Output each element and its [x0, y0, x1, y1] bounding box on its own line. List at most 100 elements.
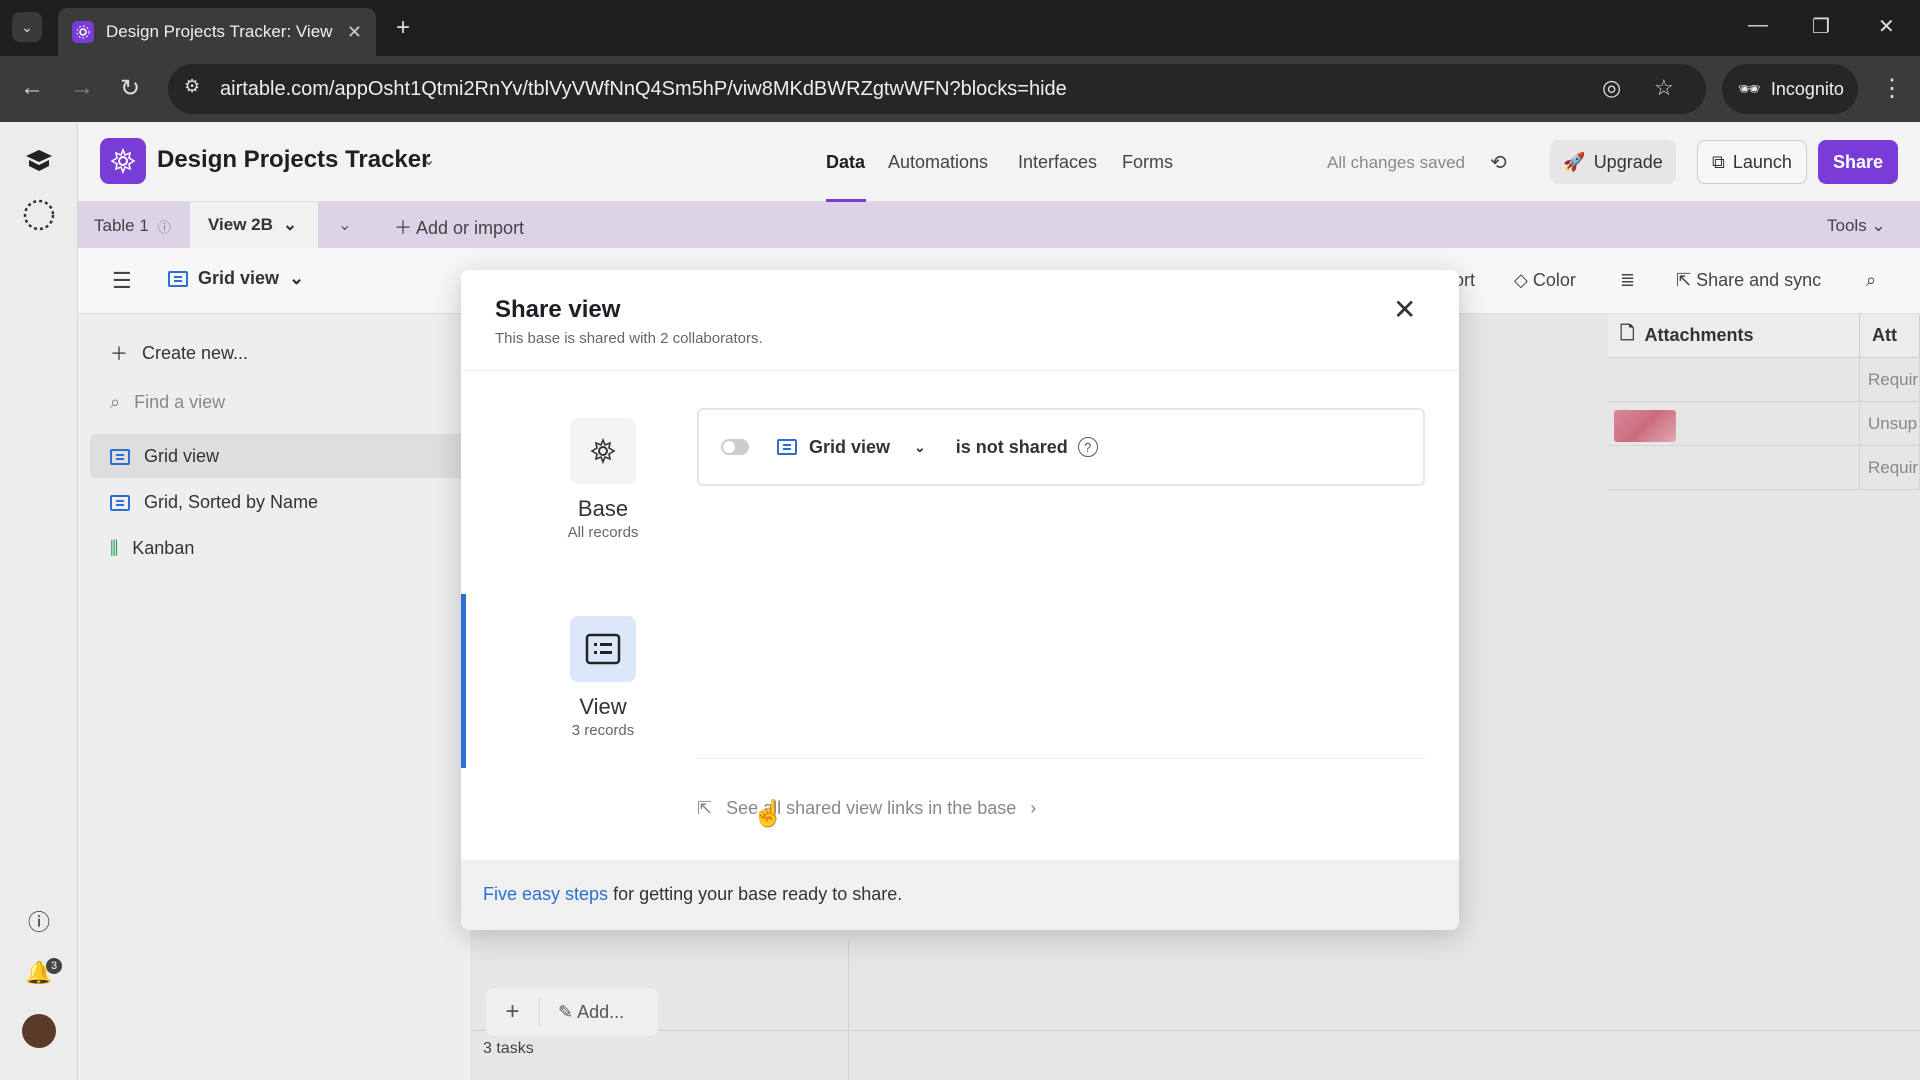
search-icon: ⌕ [110, 392, 121, 412]
tools-menu[interactable]: Tools ⌄ [1827, 216, 1886, 236]
attachment-thumbnail[interactable] [1614, 410, 1676, 442]
base-icon[interactable] [100, 138, 146, 184]
bookmark-star-icon[interactable]: ☆ [1654, 75, 1674, 101]
table-cell[interactable]: Requir [1860, 446, 1920, 490]
table-cell[interactable] [1608, 446, 1860, 490]
rocket-icon: 🚀 [1563, 151, 1586, 172]
add-or-import-button[interactable]: ＋ Add or import [394, 214, 524, 240]
workspace-icon[interactable] [22, 198, 56, 232]
share-settings-panel: Grid view ⌄ is not shared ? [697, 408, 1425, 486]
restore-icon[interactable]: ❐ [1812, 14, 1830, 39]
column-header-partial[interactable]: Att [1860, 314, 1920, 358]
airtable-favicon-icon [72, 21, 94, 43]
active-option-indicator [461, 594, 466, 768]
more-tables-chevron-icon[interactable]: ⌄ [338, 215, 351, 235]
info-icon[interactable]: ⓘ [158, 217, 171, 236]
chevron-down-icon: ⌄ [289, 268, 305, 288]
table-cell[interactable]: Unsup [1860, 402, 1920, 446]
add-import-label: Add or import [416, 218, 525, 238]
share-option-base[interactable]: Base All records [513, 418, 693, 541]
back-icon[interactable]: ← [20, 74, 44, 102]
find-view-input[interactable]: ⌕ Find a view [110, 392, 225, 413]
search-icon[interactable]: ⌕ [1866, 270, 1876, 291]
sidebar-item-label: Kanban [132, 538, 195, 558]
share-and-sync-button[interactable]: ⇱ Share and sync [1676, 270, 1821, 291]
tab-interfaces[interactable]: Interfaces [1018, 152, 1097, 173]
tab-forms[interactable]: Forms [1122, 152, 1173, 173]
address-bar[interactable]: ⚙ airtable.com/appOsht1Qtmi2RnYv/tblVyVW… [168, 64, 1706, 114]
chevron-down-icon: ⌄ [914, 438, 926, 455]
magic-wand-icon: ✎ [558, 1001, 578, 1022]
views-sidebar [78, 314, 472, 1080]
color-button[interactable]: ◇ Color [1514, 270, 1576, 291]
new-tab-icon[interactable]: + [396, 14, 410, 42]
view-tab-label: View 2B [208, 215, 273, 234]
list-view-icon [570, 616, 636, 682]
row-height-icon[interactable]: ≣ [1620, 270, 1635, 291]
view-select[interactable]: Grid view ⌄ [777, 437, 926, 458]
close-window-icon[interactable]: ✕ [1878, 14, 1895, 39]
shared-links-link[interactable]: ⇱ See all shared view links in the base … [697, 798, 1036, 819]
add-button[interactable]: ✎ Add... [540, 1002, 624, 1023]
base-option-icon [570, 418, 636, 484]
history-icon[interactable]: ⟲ [1490, 150, 1507, 175]
view-select-label: Grid view [809, 436, 891, 457]
tab-view-2b[interactable]: View 2B ⌄ [190, 202, 318, 248]
add-record-bar[interactable]: + ✎ Add... [486, 988, 658, 1036]
table-cell[interactable]: Requir [1860, 358, 1920, 402]
reload-icon[interactable]: ↻ [120, 74, 140, 103]
grid-divider [472, 1030, 1920, 1031]
share-button[interactable]: Share [1818, 140, 1898, 184]
chevron-down-icon[interactable]: ⌄ [422, 150, 435, 170]
table-cell[interactable] [1608, 358, 1860, 402]
browser-tab-title: Design Projects Tracker: View 2B [106, 22, 337, 41]
tab-search-icon[interactable]: ⌄ [12, 12, 42, 42]
dialog-title: Share view [495, 296, 621, 323]
plus-icon[interactable]: + [486, 998, 540, 1026]
share-option-view[interactable]: View 3 records [513, 616, 693, 739]
browser-tabstrip: ⌄ Design Projects Tracker: View 2B ✕ + —… [0, 0, 1920, 56]
close-tab-icon[interactable]: ✕ [347, 22, 362, 43]
five-easy-steps-link[interactable]: Five easy steps [483, 884, 608, 904]
base-name[interactable]: Design Projects Tracker [157, 146, 430, 174]
hand-cursor-icon: ☝ [752, 798, 785, 828]
incognito-badge[interactable]: 🕶 Incognito [1722, 64, 1858, 114]
sidebar-item-grid-view[interactable]: Grid view [110, 446, 219, 467]
grid-divider [848, 940, 849, 1080]
find-view-placeholder: Find a view [134, 392, 226, 412]
share-view-dialog: Share view This base is shared with 2 co… [461, 270, 1459, 930]
help-icon[interactable]: ⓘ [22, 904, 56, 938]
eye-off-icon[interactable]: ◎ [1602, 75, 1621, 101]
browser-tab[interactable]: Design Projects Tracker: View 2B ✕ [58, 8, 376, 56]
view-switcher[interactable]: Grid view ⌄ [168, 268, 304, 289]
site-info-icon[interactable]: ⚙ [184, 76, 200, 97]
hamburger-menu-icon[interactable]: ☰ [112, 268, 132, 294]
column-header-attachments[interactable]: 🗋 Attachments [1608, 314, 1860, 358]
plus-icon: ＋ [394, 218, 417, 238]
create-new-button[interactable]: ＋ Create new... [110, 340, 248, 366]
dialog-footer: Five easy steps for getting your base re… [461, 860, 1459, 930]
browser-menu-icon[interactable]: ⋮ [1880, 74, 1904, 103]
tab-table-1[interactable]: Table 1 [94, 216, 149, 236]
launch-button[interactable]: ⧉ Launch [1697, 140, 1807, 184]
close-icon[interactable]: ✕ [1393, 296, 1416, 324]
sidebar-item-label: Grid view [144, 446, 220, 466]
view-switcher-label: Grid view [198, 268, 280, 288]
home-icon[interactable] [22, 144, 56, 178]
avatar[interactable] [22, 1014, 56, 1048]
column-header-label: Att [1872, 325, 1897, 345]
table-tabs-bar [78, 202, 1920, 248]
share-toggle[interactable] [721, 439, 749, 455]
tools-label: Tools [1827, 216, 1867, 235]
forward-icon[interactable]: → [70, 74, 94, 102]
url-text: airtable.com/appOsht1Qtmi2RnYv/tblVyVWfN… [220, 77, 1067, 100]
tab-data[interactable]: Data [826, 152, 865, 173]
sidebar-item-grid-sorted[interactable]: Grid, Sorted by Name [110, 492, 318, 513]
upgrade-button[interactable]: 🚀 Upgrade [1550, 140, 1676, 184]
sidebar-item-kanban[interactable]: ⫼ Kanban [110, 538, 194, 559]
chevron-right-icon: › [1030, 798, 1037, 818]
divider [697, 758, 1427, 759]
help-icon[interactable]: ? [1077, 437, 1098, 457]
tab-automations[interactable]: Automations [888, 152, 988, 173]
minimize-icon[interactable]: — [1748, 14, 1768, 37]
